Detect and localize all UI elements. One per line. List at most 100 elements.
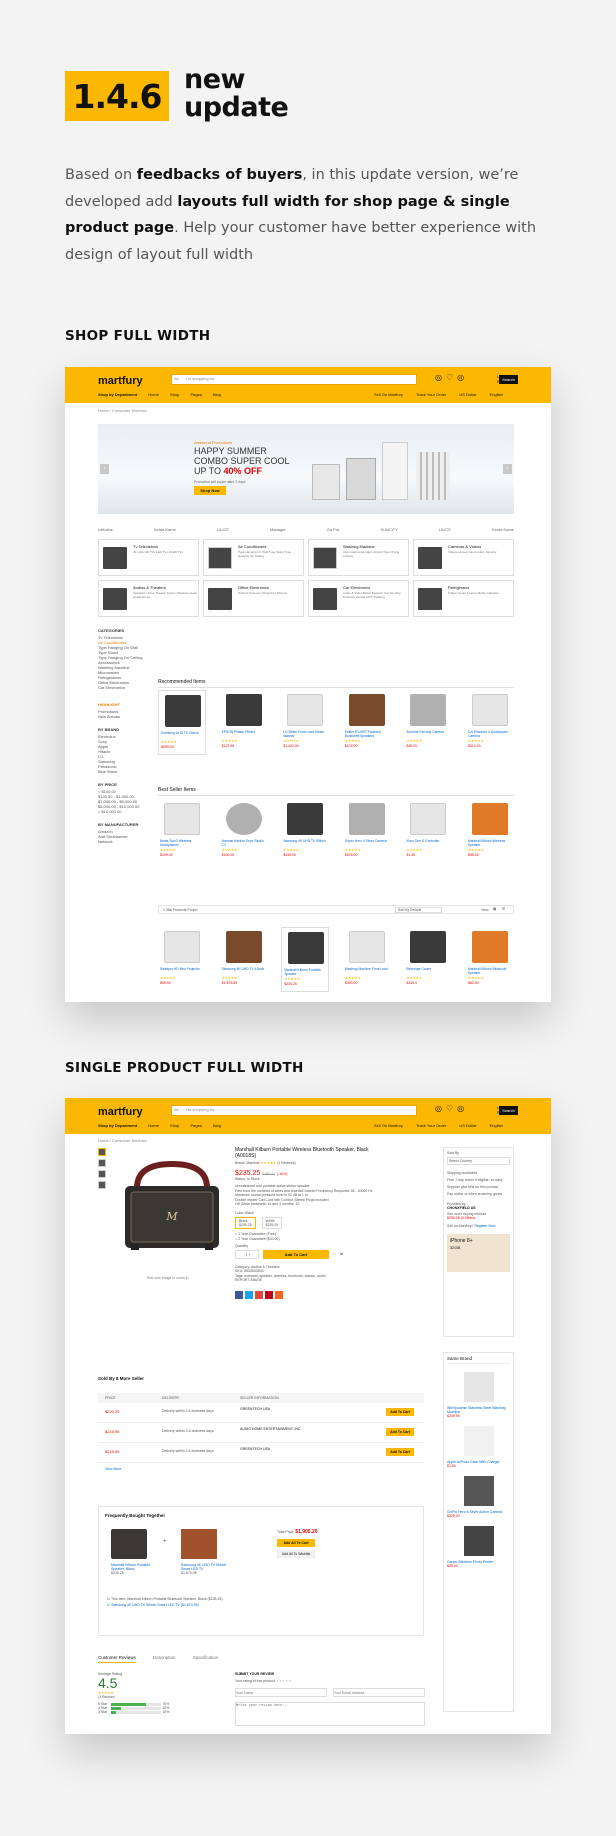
fbt-checkbox[interactable]: ☑ Samsung 4K UHD TV 55inch Smart LED TV … — [107, 1603, 199, 1607]
product-card[interactable]: Samsung 4K UHD TV 55inch ★★★★★ $435.00 — [281, 799, 329, 864]
color-option-black[interactable]: Black $235.25 — [235, 1217, 256, 1229]
product-image[interactable] — [471, 803, 508, 835]
tab-customer-reviews[interactable]: Customer Reviews — [98, 1655, 136, 1663]
brand-logo[interactable]: SUNCITY — [380, 527, 398, 532]
sell-link[interactable]: Sell On Martfury — [374, 392, 403, 397]
compare-icon[interactable]: ◎ — [435, 1104, 446, 1113]
price-filter[interactable]: > $10,000.00 — [98, 809, 148, 814]
same-brand-item[interactable]: Whirlpoolmix Stainless Steel Washing Mac… — [447, 1372, 510, 1418]
category-name[interactable]: Office Electronics — [238, 585, 269, 590]
product-image[interactable] — [287, 694, 324, 726]
product-name[interactable]: Gopro Hero 4 Silver Camera — [345, 839, 387, 843]
category-card[interactable]: Tv Televisions 4K Ultra HD TVs LED TVs OL… — [98, 539, 199, 576]
product-image[interactable] — [287, 803, 324, 835]
product-image[interactable] — [463, 1426, 494, 1456]
register-label[interactable]: Register — [497, 1110, 512, 1115]
category-name[interactable]: Refrigerator — [448, 585, 469, 590]
brand-logo[interactable]: LILIOT — [217, 527, 229, 532]
fbt-add-all-button[interactable]: Add All To Cart — [277, 1539, 315, 1547]
rating-input-stars[interactable]: ★★★★★ — [276, 1679, 292, 1683]
brand-logo[interactable]: Kenta Kame — [492, 527, 514, 532]
thumbnail[interactable] — [98, 1148, 106, 1156]
product-name[interactable]: Edifier R1280T Powered Bookshelf Speaker… — [345, 730, 391, 738]
register-label[interactable]: Register — [497, 379, 512, 384]
fbt-item[interactable]: Samsung 4K UHD TV 55inch Smart LED TV $1,… — [181, 1563, 229, 1575]
banner-prev-button[interactable]: ‹ — [100, 464, 109, 474]
review-text-input[interactable] — [235, 1702, 425, 1726]
product-image[interactable] — [410, 803, 447, 835]
facebook-icon[interactable] — [235, 1290, 243, 1299]
product-name[interactable]: LG White Front Load Steam Washer — [283, 730, 329, 738]
thumbnail[interactable] — [98, 1170, 106, 1178]
fbt-wishlist-button[interactable]: Add All To Wishlist — [277, 1550, 315, 1558]
product-name[interactable]: Beats Solo3 Wireless Headphones — [160, 839, 206, 847]
product-name[interactable]: Samsung 4K UHD TV 43inch — [222, 967, 265, 971]
fbt-image[interactable] — [181, 1529, 217, 1559]
product-brand[interactable]: Brand: Marshall — [235, 1161, 260, 1165]
breadcrumb[interactable]: Home / Consumer Electrics — [98, 408, 147, 413]
seller-name[interactable]: AUDIO HOME ENTERTAINMENT, INC — [240, 1427, 301, 1431]
product-name[interactable]: EPSON Plaster Printer — [222, 730, 255, 734]
seller-add-to-cart-button[interactable]: Add To Cart — [386, 1428, 414, 1436]
store-name[interactable]: CHONXFIELD US — [447, 1206, 510, 1210]
brand-logo[interactable]: rolltoline — [98, 527, 113, 532]
currency-select[interactable]: US Dollar — [459, 392, 476, 397]
same-brand-item[interactable]: GoPro Hero 6 Silver Action Camera $325.00 — [447, 1476, 510, 1518]
sell-link[interactable]: Sell On Martfury — [374, 1123, 403, 1128]
search-input[interactable]: I'm shopping for... — [186, 1107, 217, 1112]
product-card[interactable]: Washing Machine Front Load ★★★★★ $390.00 — [343, 927, 391, 992]
category-name[interactable]: Audios & Theaters — [133, 585, 166, 590]
department-menu[interactable]: Shop by Department — [98, 392, 137, 397]
rss-icon[interactable] — [275, 1290, 283, 1299]
product-image[interactable] — [471, 694, 508, 726]
manufacturer-filter[interactable]: Network — [98, 839, 148, 844]
login-link[interactable]: Log in Register — [497, 374, 512, 384]
view-more-link[interactable]: View More — [98, 1467, 424, 1471]
brand-filter[interactable]: Blue Wave — [98, 769, 148, 774]
seller-name[interactable]: GREENTECH USA — [240, 1447, 270, 1451]
product-card[interactable]: DJI Phantom 4 Quadcopter Camera ★★★★★ $314… — [466, 690, 514, 755]
nav-shop[interactable]: Shop — [170, 392, 179, 397]
register-now-link[interactable]: Register Now — [474, 1224, 495, 1228]
compare-icon[interactable]: ⇄ — [340, 1252, 343, 1256]
product-name[interactable]: Samsung 4K UHD TV 55inch — [283, 839, 326, 843]
nav-home[interactable]: Home — [148, 1123, 159, 1128]
quantity-stepper[interactable]: - 1 + — [235, 1249, 259, 1259]
pinterest-icon[interactable] — [265, 1290, 273, 1299]
thumbnail[interactable] — [98, 1181, 106, 1189]
product-card[interactable]: Marshall Kilburn Wireless Speaker ★★★★★ $5… — [466, 799, 514, 864]
product-image[interactable] — [348, 803, 385, 835]
category-name[interactable]: Cameras & Videos — [448, 544, 481, 549]
product-card[interactable]: EPSON Plaster Printer ★★★★★ $122.99 — [220, 690, 268, 755]
product-name[interactable]: Whirlpoolmix Stainless Steel Washing Mac… — [447, 1406, 510, 1414]
product-image[interactable] — [463, 1476, 494, 1506]
review-count[interactable]: (1 Reviews) — [277, 1161, 295, 1165]
tab-specification[interactable]: Specification — [193, 1655, 219, 1660]
wishlist-icon[interactable]: ♡ — [446, 1104, 457, 1113]
track-link[interactable]: Track Your Order — [416, 1123, 446, 1128]
product-card[interactable]: Samsung 4K UHD TV 43inch ★★★★★ $1,875.85 — [220, 927, 268, 992]
product-card[interactable]: Samsung UHD TV 24inch ★★★★★ $599.00 — [158, 690, 206, 755]
product-card[interactable]: Beats Solo3 Wireless Headphones ★★★★★ $199… — [158, 799, 206, 864]
fbt-item-name[interactable]: Samsung 4K UHD TV 55inch Smart LED TV — [181, 1563, 229, 1571]
warranty-option[interactable]: ○ 2 Year Guarantee ($30.00) — [235, 1237, 375, 1242]
promo-banner[interactable]: ‹ › Weekend Promotions HAPPY SUMMER COMBO… — [98, 424, 514, 514]
thumbnail[interactable] — [98, 1159, 106, 1167]
department-menu[interactable]: Shop by Department — [98, 1123, 137, 1128]
brand-logo[interactable]: Go Pro — [327, 527, 340, 532]
banner-next-button[interactable]: › — [503, 464, 512, 474]
language-select[interactable]: English — [490, 392, 503, 397]
currency-select[interactable]: US Dollar — [459, 1123, 476, 1128]
product-card[interactable]: Marshall Kilburn Bluetooth Speaker ★★★★★ $… — [466, 927, 514, 992]
country-select[interactable]: Select Country — [447, 1157, 510, 1165]
fbt-item[interactable]: Marshall Kilburn Portable Speaker, Black… — [111, 1563, 159, 1575]
product-image[interactable] — [225, 931, 262, 963]
product-card[interactable]: Harman Kardon Onyx Studio 2.0 ★★★★★ $190.0… — [220, 799, 268, 864]
product-name[interactable]: Amcrest Security Camera — [406, 730, 444, 734]
product-image[interactable] — [410, 694, 447, 726]
google-plus-icon[interactable] — [255, 1290, 263, 1299]
nav-blog[interactable]: Blog — [213, 1123, 221, 1128]
quantity-value[interactable]: 1 — [246, 1253, 248, 1257]
product-image[interactable] — [164, 931, 200, 963]
nav-home[interactable]: Home — [148, 392, 159, 397]
